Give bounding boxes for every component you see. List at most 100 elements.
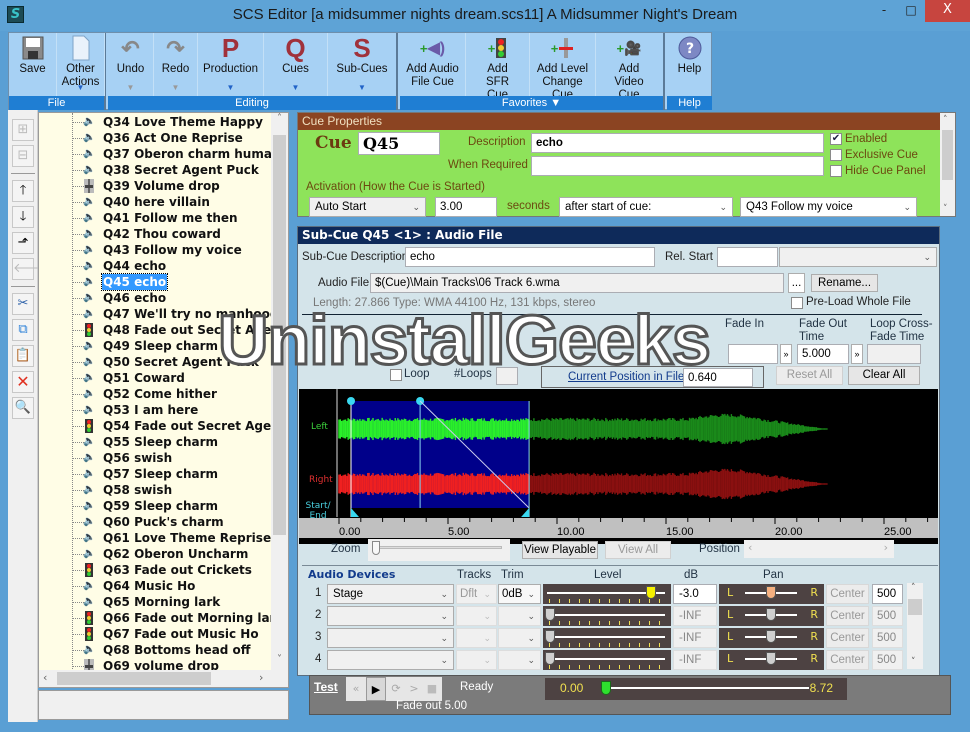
test-link[interactable]: Test	[314, 680, 338, 694]
cue-list-item[interactable]: 🔈 Q36 Act One Reprise	[39, 130, 272, 146]
find-icon[interactable]: 🔍	[12, 397, 34, 419]
pause-icon[interactable]: ⟳	[386, 677, 406, 701]
position-scrollbar[interactable]: ‹ ›	[744, 540, 894, 558]
cue-list-item[interactable]: Q66 Fade out Morning lark	[39, 610, 272, 626]
cue-list-item[interactable]: 🔈 Q50 Secret Agent Puck	[39, 354, 272, 370]
cue-list-item[interactable]: 🔈 Q42 Thou coward	[39, 226, 272, 242]
cue-list-item[interactable]: 🔈 Q46 echo	[39, 290, 272, 306]
fade-out-icon[interactable]: >	[405, 677, 423, 701]
cue-list-item[interactable]: 🔈 Q56 swish	[39, 450, 272, 466]
level-slider[interactable]	[543, 628, 671, 648]
browse-button[interactable]: ...	[788, 273, 805, 293]
rename-button[interactable]: Rename...	[811, 274, 878, 292]
preload-checkbox[interactable]	[791, 297, 803, 309]
pan-slider[interactable]: LR	[719, 628, 824, 648]
tracks-select[interactable]: Dflt ⌄	[456, 584, 497, 604]
exclusive-cue-checkbox[interactable]	[830, 149, 842, 161]
auto-start-type-select[interactable]: after start of cue: ⌄	[559, 197, 733, 217]
collapse-all-icon[interactable]: ⊟	[12, 145, 34, 167]
move-down-icon[interactable]: 🡓	[12, 206, 34, 228]
auto-start-cue-select[interactable]: Q43 Follow my voice ⌄	[740, 197, 917, 217]
move-up-icon[interactable]: 🡑	[12, 180, 34, 202]
current-position-link[interactable]: Current Position in File:	[568, 371, 688, 383]
close-button[interactable]: X	[925, 0, 970, 22]
rel-start-input[interactable]	[717, 247, 778, 267]
scroll-up-icon[interactable]: ˄	[271, 113, 288, 130]
audio-device-select[interactable]: ⌄	[327, 650, 454, 670]
paste-icon[interactable]: 📋	[12, 345, 34, 367]
cue-list-item[interactable]: Q67 Fade out Music Ho	[39, 626, 272, 642]
db-input[interactable]: -INF	[673, 628, 717, 648]
scroll-up-icon[interactable]: ˄	[911, 583, 916, 593]
cue-number-input[interactable]: Q45	[358, 132, 440, 155]
enabled-checkbox[interactable]: ✔	[830, 133, 842, 145]
group-label-favorites[interactable]: Favorites ▼	[400, 96, 663, 110]
db-input[interactable]: -INF	[673, 606, 717, 626]
scroll-thumb[interactable]	[57, 672, 211, 685]
test-position-thumb[interactable]	[601, 681, 611, 695]
expand-all-icon[interactable]: ⊞	[12, 119, 34, 141]
add-sfr-cue-button[interactable]: + Add SFR Cue	[466, 33, 530, 101]
minimize-button[interactable]: -	[871, 0, 897, 22]
cue-list-item[interactable]: 🔈 Q62 Oberon Uncharm	[39, 546, 272, 562]
add-video-cue-button[interactable]: + 🎥 Add Video Cue	[596, 33, 662, 102]
add-audio-file-cue-button[interactable]: + ◀) Add Audio File Cue	[400, 33, 466, 96]
cue-list-item[interactable]: 🔈 Q60 Puck's charm	[39, 514, 272, 530]
cue-list-item[interactable]: 🔈 Q58 swish	[39, 482, 272, 498]
cue-properties-scrollbar[interactable]: ˄ ˅	[940, 113, 955, 216]
rel-start-type-select[interactable]: ⌄	[779, 247, 937, 267]
scroll-down-icon[interactable]: ˅	[943, 204, 948, 214]
test-progress-bar[interactable]: 0.00 8.72	[545, 678, 847, 700]
cue-list-item[interactable]: 🔈 Q64 Music Ho	[39, 578, 272, 594]
cue-list-item[interactable]: 🔈 Q53 I am here	[39, 402, 272, 418]
trim-select[interactable]: ⌄	[498, 650, 541, 670]
auto-start-seconds-input[interactable]: 3.00	[435, 197, 497, 217]
rewind-icon[interactable]: «	[346, 677, 366, 701]
level-slider[interactable]	[543, 584, 671, 604]
cue-list-item[interactable]: 🔈 Q44 echo	[39, 258, 272, 274]
play-icon[interactable]: ▶	[366, 677, 386, 701]
cue-list-item[interactable]: 🔈 Q38 Secret Agent Puck	[39, 162, 272, 178]
cue-list-item[interactable]: 🔈 Q43 Follow my voice	[39, 242, 272, 258]
cue-list-item[interactable]: 🔈 Q45 echo	[39, 273, 272, 291]
production-button[interactable]: P Production ▼	[198, 33, 264, 96]
save-button[interactable]: Save	[9, 33, 57, 96]
cue-list-item[interactable]: Q54 Fade out Secret Agent	[39, 418, 272, 434]
fade-out-ff-button[interactable]: »	[851, 344, 863, 364]
pan-value-input[interactable]: 500	[872, 606, 903, 626]
scroll-up-icon[interactable]: ˄	[943, 115, 948, 125]
db-input[interactable]: -INF	[673, 650, 717, 670]
undo-button[interactable]: ↶ Undo ▼	[108, 33, 154, 96]
scroll-down-icon[interactable]: ˅	[271, 654, 288, 671]
pan-thumb[interactable]	[766, 608, 776, 621]
sub-cues-button[interactable]: S Sub-Cues ▼	[328, 33, 396, 96]
pan-value-input[interactable]: 500	[872, 650, 903, 670]
pan-center-button[interactable]: Center	[826, 584, 869, 604]
tracks-select[interactable]: ⌄	[456, 606, 497, 626]
cue-list-item[interactable]: 🔈 Q57 Sleep charm	[39, 466, 272, 482]
delete-icon[interactable]: ✕	[12, 371, 34, 393]
level-thumb[interactable]	[545, 630, 555, 643]
pan-thumb[interactable]	[766, 652, 776, 665]
cue-list-item[interactable]: 🔈 Q41 Follow me then	[39, 210, 272, 226]
tracks-select[interactable]: ⌄	[456, 650, 497, 670]
cue-list-item[interactable]: 🔈 Q52 Come hither	[39, 386, 272, 402]
add-level-change-cue-button[interactable]: + Add Level Change Cue	[530, 33, 596, 101]
pan-slider[interactable]: LR	[719, 606, 824, 626]
move-left-icon[interactable]: 🡐	[12, 258, 48, 280]
audio-file-input[interactable]: $(Cue)\Main Tracks\06 Track 6.wma	[370, 273, 784, 293]
trim-select[interactable]: ⌄	[498, 606, 541, 626]
pan-center-button[interactable]: Center	[826, 650, 869, 670]
waveform-canvas[interactable]	[299, 389, 938, 517]
reset-all-button[interactable]: Reset All	[776, 366, 843, 385]
scroll-right-icon[interactable]: ›	[259, 671, 263, 684]
level-thumb[interactable]	[645, 586, 656, 599]
copy-icon[interactable]: ⧉	[12, 319, 34, 341]
maximize-button[interactable]: □	[898, 0, 924, 22]
pan-thumb[interactable]	[766, 586, 776, 599]
zoom-thumb[interactable]	[372, 541, 380, 555]
level-thumb[interactable]	[545, 608, 555, 621]
scroll-thumb[interactable]	[908, 599, 922, 615]
hide-cue-panel-checkbox[interactable]	[830, 165, 842, 177]
other-actions-button[interactable]: Other Actions ▼	[57, 33, 105, 96]
